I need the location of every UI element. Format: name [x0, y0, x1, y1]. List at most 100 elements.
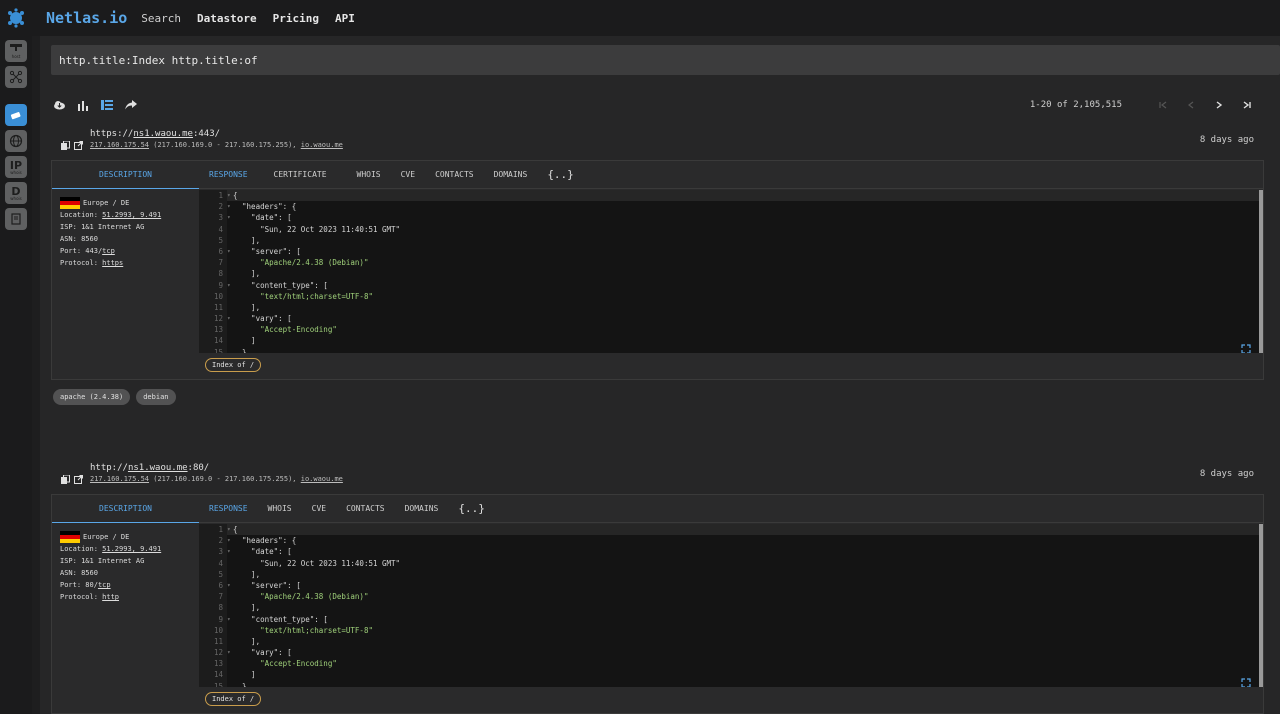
tab-contacts[interactable]: CONTACTS: [425, 161, 484, 189]
description-column: DESCRIPTION Europe / DE Location: 51.299…: [52, 495, 199, 713]
domain-link[interactable]: io.waou.me: [301, 475, 343, 483]
response-code-editor[interactable]: 1 ▾{2 ▾ "headers": {3 ▾ "date": [4 "Sun, 22…: [199, 190, 1263, 353]
list-view-icon[interactable]: [100, 98, 114, 112]
editor-scrollbar[interactable]: [1259, 524, 1263, 687]
tab-certificate[interactable]: CERTIFICATE: [258, 161, 343, 189]
tab-contacts[interactable]: CONTACTS: [336, 495, 395, 523]
sidebar: host IP whois D whois: [0, 36, 32, 714]
nav-search[interactable]: Search: [141, 12, 181, 25]
tab-whois[interactable]: WHOIS: [258, 495, 302, 523]
expand-icon[interactable]: [1241, 339, 1251, 353]
copy-icon[interactable]: [61, 135, 70, 154]
tab-description[interactable]: DESCRIPTION: [52, 495, 199, 523]
next-page-icon[interactable]: [1212, 98, 1226, 112]
code-text: },: [233, 681, 252, 687]
tab-response[interactable]: RESPONSE: [199, 161, 258, 189]
tab-description[interactable]: DESCRIPTION: [52, 161, 199, 189]
code-line: 9 ▾ "content_type": [: [199, 279, 1263, 291]
line-number: 4: [199, 557, 227, 569]
sidebar-item-label: D: [11, 184, 21, 198]
tab-raw-json[interactable]: {..}: [537, 161, 584, 189]
ip-link[interactable]: 217.160.175.54: [90, 141, 149, 149]
brand-title[interactable]: Netlas.io: [46, 9, 127, 27]
code-text: "Sun, 22 Oct 2023 11:40:51 GMT": [233, 224, 401, 234]
nav-pricing[interactable]: Pricing: [273, 12, 319, 25]
line-number: 3: [199, 546, 227, 558]
germany-flag-icon: [60, 531, 80, 543]
code-text: {: [233, 525, 238, 534]
ip-link[interactable]: 217.160.175.54: [90, 475, 149, 483]
external-link-icon[interactable]: [74, 469, 83, 488]
code-text: "content_type": [: [233, 614, 328, 624]
code-text: "Apache/2.4.38 (Debian)": [233, 258, 369, 268]
network-graph-icon[interactable]: [5, 66, 27, 88]
data-tabs-column: RESPONSE CERTIFICATE WHOIS CVE CONTACTS …: [199, 161, 1263, 379]
tab-domains[interactable]: DOMAINS: [395, 495, 449, 523]
bar-chart-icon[interactable]: [76, 98, 90, 112]
netlas-logo-icon[interactable]: [0, 0, 32, 36]
title-badge[interactable]: Index of /: [205, 692, 262, 706]
line-number: 1: [199, 190, 227, 202]
protocol-link[interactable]: tcp: [102, 247, 115, 255]
tab-domains[interactable]: DOMAINS: [484, 161, 538, 189]
code-line: 8 ],: [199, 602, 1263, 614]
line-number: 8: [199, 602, 227, 614]
title-badge[interactable]: Index of /: [205, 358, 262, 372]
code-line: 11 ],: [199, 301, 1263, 314]
nav-datastore[interactable]: Datastore: [197, 12, 257, 25]
tag-apache[interactable]: apache (2.4.38): [53, 389, 131, 405]
data-tabs: RESPONSE CERTIFICATE WHOIS CVE CONTACTS …: [199, 161, 1263, 189]
search-input[interactable]: [51, 45, 1280, 75]
editor-scrollbar[interactable]: [1259, 190, 1263, 353]
tab-whois[interactable]: WHOIS: [343, 161, 391, 189]
protocol-link[interactable]: https: [102, 259, 123, 267]
certificate-icon[interactable]: [5, 208, 27, 230]
first-page-icon[interactable]: [1156, 98, 1170, 112]
tab-response[interactable]: RESPONSE: [199, 495, 258, 523]
protocol-link[interactable]: tcp: [98, 581, 111, 589]
tab-cve[interactable]: CVE: [302, 495, 336, 523]
copy-icon[interactable]: [61, 469, 70, 488]
germany-flag-icon: [60, 197, 80, 209]
line-number: 5: [199, 568, 227, 580]
line-number: 1: [199, 524, 227, 536]
download-cloud-icon[interactable]: [52, 98, 66, 112]
ip-whois-icon[interactable]: IP whois: [5, 156, 27, 178]
share-icon[interactable]: [124, 98, 138, 112]
domain-link[interactable]: io.waou.me: [301, 141, 343, 149]
code-text: "content_type": [: [233, 280, 328, 290]
tag-debian[interactable]: debian: [136, 389, 176, 405]
sidebar-item-sub: whois: [10, 169, 22, 175]
data-tabs-column: RESPONSE WHOIS CVE CONTACTS DOMAINS {..}…: [199, 495, 1263, 713]
nav-api[interactable]: API: [335, 12, 355, 25]
expand-icon[interactable]: [1241, 673, 1251, 687]
description-body: Europe / DE Location: 51.2993, 9.491 ISP…: [60, 197, 162, 267]
location-link[interactable]: 51.2993, 9.491: [102, 211, 161, 219]
line-number: 5: [199, 234, 227, 246]
code-line: 10 "text/html;charset=UTF-8": [199, 290, 1263, 302]
line-number: 3: [199, 212, 227, 224]
result-url[interactable]: https://ns1.waou.me:443/: [90, 129, 220, 139]
response-code-editor[interactable]: 1 ▾{2 ▾ "headers": {3 ▾ "date": [4 "Sun, 22…: [199, 524, 1263, 687]
host-icon[interactable]: host: [5, 40, 27, 62]
protocol-link[interactable]: http: [102, 593, 119, 601]
code-text: "server": [: [233, 246, 301, 256]
last-page-icon[interactable]: [1240, 98, 1254, 112]
globe-icon[interactable]: [5, 130, 27, 152]
description-column: DESCRIPTION Europe / DE Location: 51.299…: [52, 161, 199, 379]
code-line: 4 "Sun, 22 Oct 2023 11:40:51 GMT": [199, 223, 1263, 235]
result-url[interactable]: http://ns1.waou.me:80/: [90, 463, 209, 473]
domain-whois-icon[interactable]: D whois: [5, 182, 27, 204]
result-panel: DESCRIPTION Europe / DE Location: 51.299…: [51, 494, 1264, 714]
code-text: "headers": {: [233, 536, 297, 546]
external-link-icon[interactable]: [74, 135, 83, 154]
location-link[interactable]: 51.2993, 9.491: [102, 545, 161, 553]
tab-raw-json[interactable]: {..}: [448, 495, 495, 523]
code-line: 7 "Apache/2.4.38 (Debian)": [199, 257, 1263, 269]
prev-page-icon[interactable]: [1184, 98, 1198, 112]
line-number: 4: [199, 223, 227, 235]
line-number: 11: [199, 635, 227, 648]
tab-cve[interactable]: CVE: [391, 161, 425, 189]
responses-icon[interactable]: [5, 104, 27, 126]
line-number: 2: [199, 535, 227, 547]
